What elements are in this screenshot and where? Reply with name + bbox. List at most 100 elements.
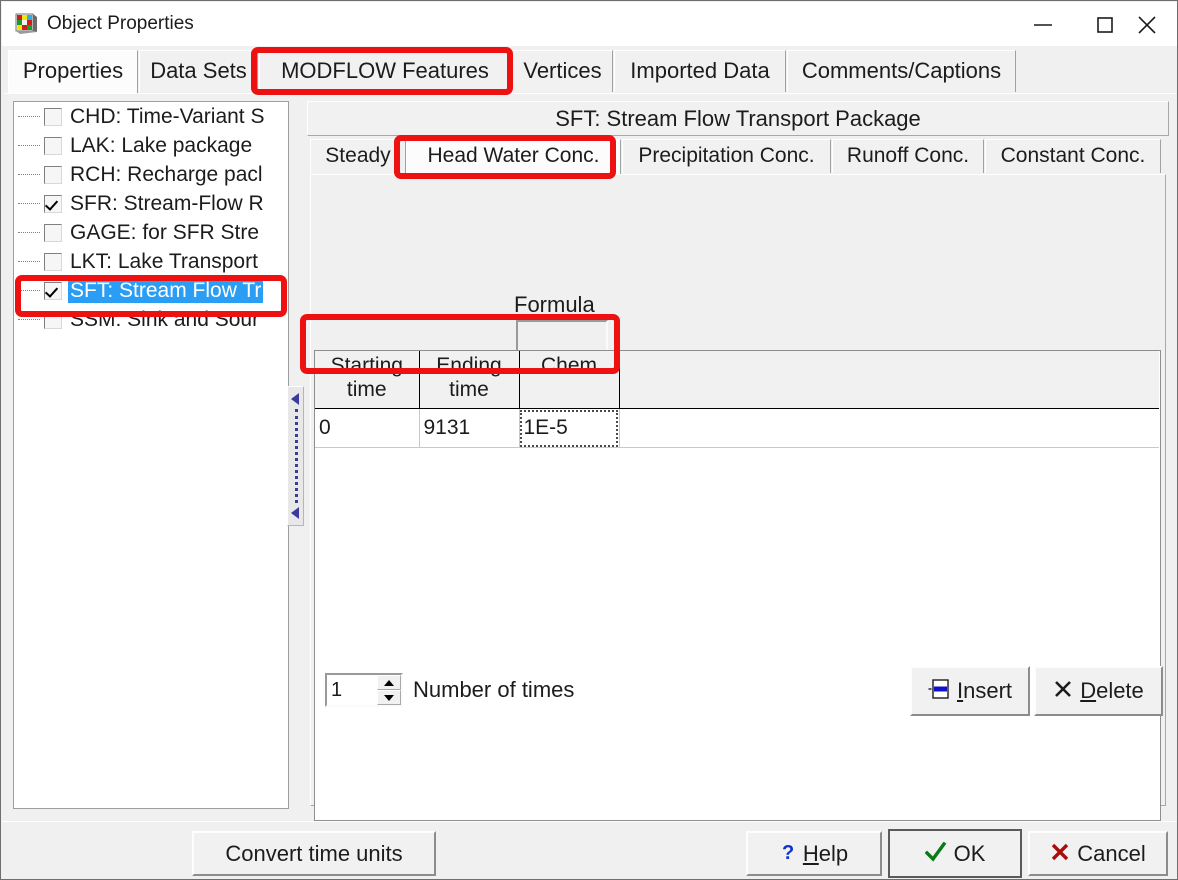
ok-button[interactable]: OK <box>888 829 1022 878</box>
tree-checkbox[interactable] <box>44 166 62 184</box>
minimize-icon[interactable] <box>1012 3 1074 46</box>
package-tree[interactable]: CHD: Time-Variant S LAK: Lake package RC… <box>13 101 289 809</box>
tab-properties[interactable]: Properties <box>8 50 138 94</box>
stepper-buttons <box>377 675 401 705</box>
help-button[interactable]: ? Help <box>746 831 882 876</box>
tab-label: Steady <box>325 144 391 167</box>
column-header-ending-time[interactable]: Ending time <box>419 351 520 409</box>
tree-item-label: GAGE: for SFR Stre <box>70 221 260 244</box>
tree-checkbox[interactable] <box>44 108 62 126</box>
sub-tab-strip: Steady Head Water Conc. Precipitation Co… <box>310 139 1166 175</box>
tree-item-gage[interactable]: GAGE: for SFR Stre <box>14 218 288 247</box>
tree-connector-icon <box>18 174 40 176</box>
tree-connector-icon <box>18 261 40 263</box>
tab-label: Vertices <box>523 58 602 83</box>
tab-steady[interactable]: Steady <box>310 139 406 173</box>
window-title: Object Properties <box>47 13 194 34</box>
title-bar: Object Properties <box>2 2 1177 46</box>
tree-checkbox[interactable] <box>44 195 62 213</box>
splitter-arrow-down-icon <box>291 507 299 519</box>
delete-button[interactable]: Delete <box>1034 666 1163 716</box>
tree-connector-icon <box>18 145 40 147</box>
times-grid[interactable]: Starting time Ending time Chem 0 9131 1E… <box>314 350 1161 821</box>
tree-item-sfr[interactable]: SFR: Stream-Flow R <box>14 189 288 218</box>
tab-comments-captions[interactable]: Comments/Captions <box>787 50 1016 92</box>
cell-ending-time[interactable]: 9131 <box>419 408 520 448</box>
panel-splitter[interactable] <box>287 386 304 526</box>
delete-rest: elete <box>1096 678 1144 703</box>
table-row[interactable]: 0 9131 1E-5 <box>315 408 1159 448</box>
tree-item-chd[interactable]: CHD: Time-Variant S <box>14 102 288 131</box>
help-button-label: Help <box>803 841 848 867</box>
tree-checkbox[interactable] <box>44 224 62 242</box>
tab-label: Head Water Conc. <box>427 144 600 167</box>
tab-imported-data[interactable]: Imported Data <box>614 50 786 92</box>
tree-item-label: CHD: Time-Variant S <box>70 105 265 128</box>
insert-button[interactable]: Insert <box>910 666 1030 716</box>
number-of-times-stepper[interactable] <box>325 673 403 707</box>
insert-rest: nsert <box>963 678 1013 703</box>
delete-button-label: Delete <box>1080 678 1144 704</box>
head-water-conc-pane: Formula Starting time Ending time Chem 0… <box>310 174 1166 821</box>
cancel-button-label: Cancel <box>1077 840 1146 866</box>
tab-label: Precipitation Conc. <box>638 144 815 167</box>
formula-label: Formula <box>514 292 595 317</box>
tab-constant-conc[interactable]: Constant Conc. <box>985 139 1161 173</box>
tab-head-water-conc[interactable]: Head Water Conc. <box>406 139 621 175</box>
tree-checkbox[interactable] <box>44 253 62 271</box>
tree-item-label: LKT: Lake Transport <box>70 250 258 273</box>
delete-accel: D <box>1080 678 1097 703</box>
svg-text:?: ? <box>782 842 794 863</box>
tree-connector-icon <box>18 232 40 234</box>
question-mark-icon: ? <box>780 841 796 867</box>
tab-runoff-conc[interactable]: Runoff Conc. <box>832 139 984 173</box>
package-title: SFT: Stream Flow Transport Package <box>307 101 1169 136</box>
tab-modflow-features[interactable]: MODFLOW Features <box>259 50 511 92</box>
help-rest: elp <box>818 840 849 866</box>
ok-button-label: OK <box>953 840 986 866</box>
tree-checkbox[interactable] <box>44 311 62 329</box>
tab-precipitation-conc[interactable]: Precipitation Conc. <box>622 139 831 173</box>
tree-connector-icon <box>18 290 40 292</box>
formula-field[interactable] <box>516 320 608 353</box>
tree-checkbox[interactable] <box>44 282 62 300</box>
tab-label: Imported Data <box>630 58 770 83</box>
x-mark-icon <box>1053 679 1073 703</box>
tree-item-lak[interactable]: LAK: Lake package <box>14 131 288 160</box>
tree-item-lkt[interactable]: LKT: Lake Transport <box>14 247 288 276</box>
close-icon[interactable] <box>1116 3 1177 46</box>
tree-connector-icon <box>18 203 40 205</box>
stepper-increment-button[interactable] <box>377 675 401 690</box>
table-header-row: Starting time Ending time Chem <box>315 351 1159 409</box>
splitter-grip-icon <box>295 409 301 503</box>
package-detail-panel: SFT: Stream Flow Transport Package Stead… <box>307 101 1169 821</box>
tree-item-sft[interactable]: SFT: Stream Flow Tr <box>14 276 288 305</box>
convert-time-units-button[interactable]: Convert time units <box>192 831 436 876</box>
tree-item-ssm[interactable]: SSM: Sink and Sour <box>14 305 288 334</box>
column-header-chem[interactable]: Chem <box>519 351 620 409</box>
dialog-footer: Convert time units ? Help OK Cancel <box>2 821 1177 879</box>
tree-checkbox[interactable] <box>44 137 62 155</box>
splitter-arrow-up-icon <box>291 393 299 405</box>
tab-label: Properties <box>22 58 124 83</box>
tab-data-sets[interactable]: Data Sets <box>139 50 258 92</box>
formula-input[interactable] <box>518 322 606 351</box>
tree-item-label: SSM: Sink and Sour <box>70 308 260 331</box>
column-header-starting-time[interactable]: Starting time <box>315 351 420 409</box>
tab-vertices[interactable]: Vertices <box>512 50 613 92</box>
cell-starting-time[interactable]: 0 <box>315 408 420 448</box>
tab-label: Data Sets <box>150 58 247 83</box>
tree-item-label: RCH: Recharge pacl <box>70 163 263 186</box>
number-of-times-input[interactable] <box>327 675 375 705</box>
convert-time-units-label: Convert time units <box>225 840 403 866</box>
main-tab-strip: Properties Data Sets MODFLOW Features Ve… <box>4 50 1176 94</box>
red-x-icon <box>1050 842 1070 866</box>
cancel-button[interactable]: Cancel <box>1028 831 1168 876</box>
help-accel: H <box>802 840 819 866</box>
tree-item-rch[interactable]: RCH: Recharge pacl <box>14 160 288 189</box>
tab-label: Comments/Captions <box>801 58 1002 83</box>
stepper-decrement-button[interactable] <box>377 690 401 705</box>
cell-chem[interactable]: 1E-5 <box>519 408 620 448</box>
chevron-up-icon <box>384 680 394 686</box>
client-area: CHD: Time-Variant S LAK: Lake package RC… <box>4 93 1176 821</box>
